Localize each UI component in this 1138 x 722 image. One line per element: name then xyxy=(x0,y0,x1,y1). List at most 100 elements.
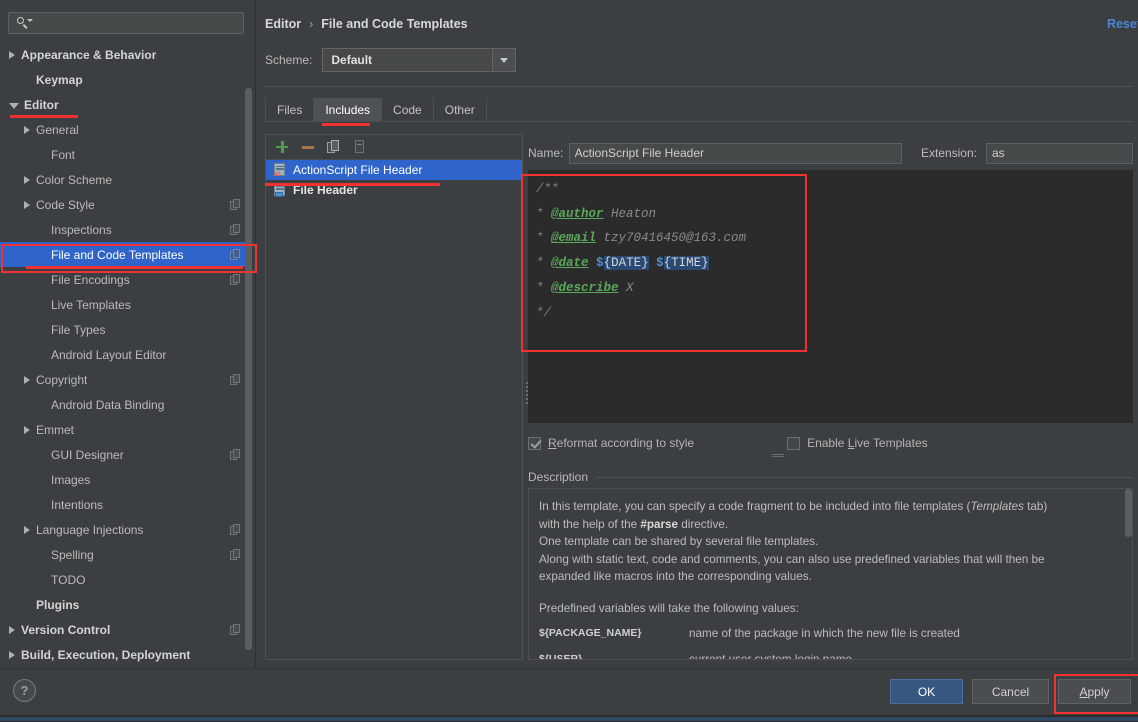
copy-settings-icon[interactable] xyxy=(230,224,242,236)
copy-settings-icon[interactable] xyxy=(230,624,242,636)
apply-mnemonic: A xyxy=(1079,685,1087,699)
chevron-down-icon[interactable] xyxy=(492,49,515,71)
tab-code[interactable]: Code xyxy=(382,98,434,122)
add-icon[interactable] xyxy=(275,140,289,154)
sidebar-item-intentions[interactable]: Intentions xyxy=(0,492,248,517)
sidebar-item-label: Images xyxy=(51,473,90,487)
list-item[interactable]: ASActionScript File Header xyxy=(266,160,522,180)
search-input[interactable] xyxy=(35,16,243,30)
ide-status-strip xyxy=(0,717,1138,721)
chevron-right-icon[interactable] xyxy=(9,51,15,59)
sidebar-item-keymap[interactable]: Keymap xyxy=(0,67,248,92)
sidebar-item-file-types[interactable]: File Types xyxy=(0,317,248,342)
chevron-down-icon[interactable] xyxy=(9,103,19,109)
code-token-var: {TIME} xyxy=(664,256,709,270)
copy-settings-icon[interactable] xyxy=(230,199,242,211)
sidebar-item-copyright[interactable]: Copyright xyxy=(0,367,248,392)
description-text: One template can be shared by several fi… xyxy=(539,535,818,548)
copy-settings-icon[interactable] xyxy=(230,274,242,286)
code-line: * @describe X xyxy=(536,276,1133,301)
tab-other[interactable]: Other xyxy=(434,98,487,122)
sidebar-item-file-encodings[interactable]: File Encodings xyxy=(0,267,248,292)
sidebar-item-language-injections[interactable]: Language Injections xyxy=(0,517,248,542)
sidebar-item-file-and-code-templates[interactable]: File and Code Templates xyxy=(0,242,248,267)
sidebar-item-images[interactable]: Images xyxy=(0,467,248,492)
code-token-comment: /** xyxy=(536,182,559,196)
chevron-right-icon[interactable] xyxy=(24,426,30,434)
copy-settings-icon[interactable] xyxy=(230,549,242,561)
template-category-tabs: Files Includes CodeOther xyxy=(265,96,487,122)
sidebar-item-code-style[interactable]: Code Style xyxy=(0,192,248,217)
copy-settings-icon[interactable] xyxy=(230,524,242,536)
reset-template-icon[interactable] xyxy=(353,140,367,154)
variable-name: ${USER} xyxy=(539,653,689,660)
sidebar-item-android-data-binding[interactable]: Android Data Binding xyxy=(0,392,248,417)
copy-icon[interactable] xyxy=(327,140,341,154)
chevron-right-icon[interactable] xyxy=(9,626,15,634)
apply-button[interactable]: Apply xyxy=(1058,679,1131,704)
sidebar-item-build-execution-deployment[interactable]: Build, Execution, Deployment xyxy=(0,642,248,662)
search-icon[interactable] xyxy=(11,13,35,33)
description-paragraph: expanded like macros into the correspond… xyxy=(539,568,1120,586)
code-line: * @author Heaton xyxy=(536,202,1133,227)
sidebar-item-editor[interactable]: Editor xyxy=(0,92,248,117)
reset-link[interactable]: Reset xyxy=(1107,17,1138,31)
template-extension-input[interactable] xyxy=(986,143,1133,164)
resize-grip-icon[interactable] xyxy=(769,452,787,458)
description-scrollbar-thumb[interactable] xyxy=(1125,489,1132,537)
live-templates-checkbox[interactable] xyxy=(787,437,800,450)
template-code-editor[interactable]: /*** @author Heaton* @email tzy70416450@… xyxy=(528,170,1133,423)
sidebar-item-label: Build, Execution, Deployment xyxy=(21,648,190,662)
live-templates-checkbox-label: Enable Live Templates xyxy=(807,436,928,450)
sidebar-item-live-templates[interactable]: Live Templates xyxy=(0,292,248,317)
sidebar-item-todo[interactable]: TODO xyxy=(0,567,248,592)
chevron-right-icon[interactable] xyxy=(24,126,30,134)
copy-settings-icon[interactable] xyxy=(230,249,242,261)
variable-name: ${PACKAGE_NAME} xyxy=(539,627,689,640)
copy-settings-icon[interactable] xyxy=(230,374,242,386)
description-text: Along with static text, code and comment… xyxy=(539,553,1044,566)
sidebar-item-label: Version Control xyxy=(21,623,110,637)
chevron-right-icon[interactable] xyxy=(24,176,30,184)
template-name-input[interactable] xyxy=(569,143,902,164)
description-title: Description xyxy=(528,470,596,484)
description-paragraph: In this template, you can specify a code… xyxy=(539,498,1120,516)
breadcrumb-root[interactable]: Editor xyxy=(265,17,301,31)
sidebar-item-general[interactable]: General xyxy=(0,117,248,142)
chevron-right-icon[interactable] xyxy=(9,651,15,659)
reformat-checkbox[interactable] xyxy=(528,437,541,450)
cancel-button[interactable]: Cancel xyxy=(972,679,1049,704)
sidebar-item-label: TODO xyxy=(51,573,85,587)
settings-search[interactable] xyxy=(8,12,244,34)
sidebar-item-plugins[interactable]: Plugins xyxy=(0,592,248,617)
help-icon[interactable]: ? xyxy=(13,679,36,702)
chevron-right-icon[interactable] xyxy=(24,376,30,384)
sidebar-item-spelling[interactable]: Spelling xyxy=(0,542,248,567)
chevron-right-icon[interactable] xyxy=(24,201,30,209)
sidebar-item-inspections[interactable]: Inspections xyxy=(0,217,248,242)
sidebar-item-appearance-behavior[interactable]: Appearance & Behavior xyxy=(0,42,248,67)
code-line: * @date ${DATE} ${TIME} xyxy=(536,251,1133,276)
tab-files[interactable]: Files xyxy=(265,98,314,122)
sidebar-item-gui-designer[interactable]: GUI Designer xyxy=(0,442,248,467)
scheme-dropdown[interactable]: Default xyxy=(322,48,516,72)
template-code-text[interactable]: /*** @author Heaton* @email tzy70416450@… xyxy=(528,170,1133,325)
remove-icon[interactable] xyxy=(301,140,315,154)
code-line: */ xyxy=(536,301,1133,326)
ok-button[interactable]: OK xyxy=(890,679,963,704)
code-token-text: X xyxy=(619,281,634,295)
tree-spacer xyxy=(24,76,30,84)
sidebar-scrollbar-thumb[interactable] xyxy=(245,88,252,650)
sidebar-item-emmet[interactable]: Emmet xyxy=(0,417,248,442)
sidebar-item-label: Intentions xyxy=(51,498,103,512)
sidebar-item-android-layout-editor[interactable]: Android Layout Editor xyxy=(0,342,248,367)
sidebar-item-color-scheme[interactable]: Color Scheme xyxy=(0,167,248,192)
copy-settings-icon[interactable] xyxy=(230,449,242,461)
chevron-right-icon[interactable] xyxy=(24,526,30,534)
sidebar-item-version-control[interactable]: Version Control xyxy=(0,617,248,642)
sidebar-item-font[interactable]: Font xyxy=(0,142,248,167)
tab-label: Includes xyxy=(325,103,370,117)
list-item[interactable]: File Header xyxy=(266,180,522,200)
sidebar-scrollbar-track[interactable] xyxy=(245,42,254,656)
tab-includes[interactable]: Includes xyxy=(314,98,382,122)
